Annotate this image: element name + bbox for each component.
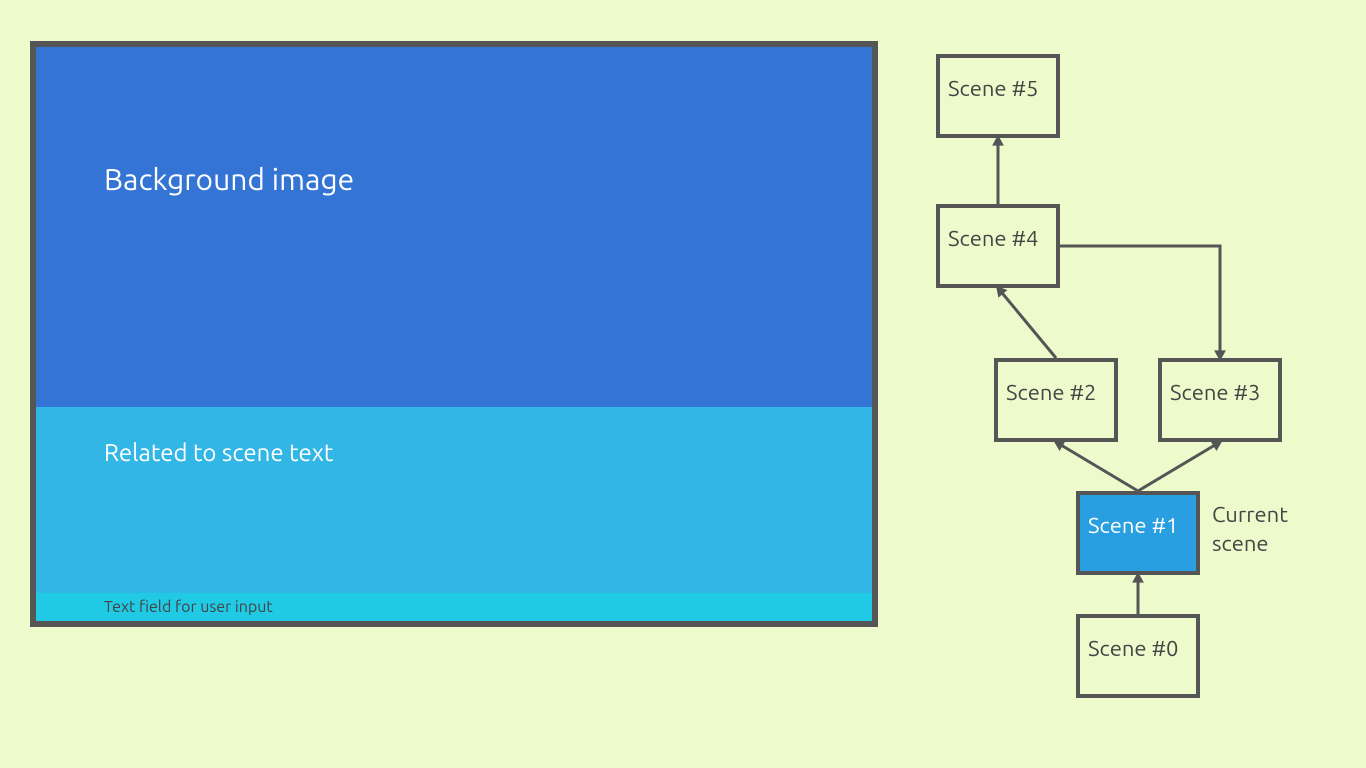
background-image-area: Background image bbox=[36, 47, 872, 407]
scene-panel: Background image Related to scene text bbox=[30, 41, 878, 627]
scene-node-scene-5[interactable]: Scene #5 bbox=[936, 54, 1060, 138]
user-input-area bbox=[36, 593, 872, 621]
background-image-label: Background image bbox=[104, 162, 354, 196]
scene-text-label: Related to scene text bbox=[104, 439, 333, 466]
scene-node-scene-4[interactable]: Scene #4 bbox=[936, 204, 1060, 288]
scene-node-scene-2[interactable]: Scene #2 bbox=[994, 358, 1118, 442]
current-scene-annotation: Currentscene bbox=[1212, 501, 1288, 558]
user-input-field[interactable] bbox=[104, 593, 864, 621]
scene-node-scene-0[interactable]: Scene #0 bbox=[1076, 614, 1200, 698]
scene-node-scene-1[interactable]: Scene #1 bbox=[1076, 491, 1200, 575]
scene-text-area: Related to scene text bbox=[36, 407, 872, 593]
scene-node-scene-3[interactable]: Scene #3 bbox=[1158, 358, 1282, 442]
